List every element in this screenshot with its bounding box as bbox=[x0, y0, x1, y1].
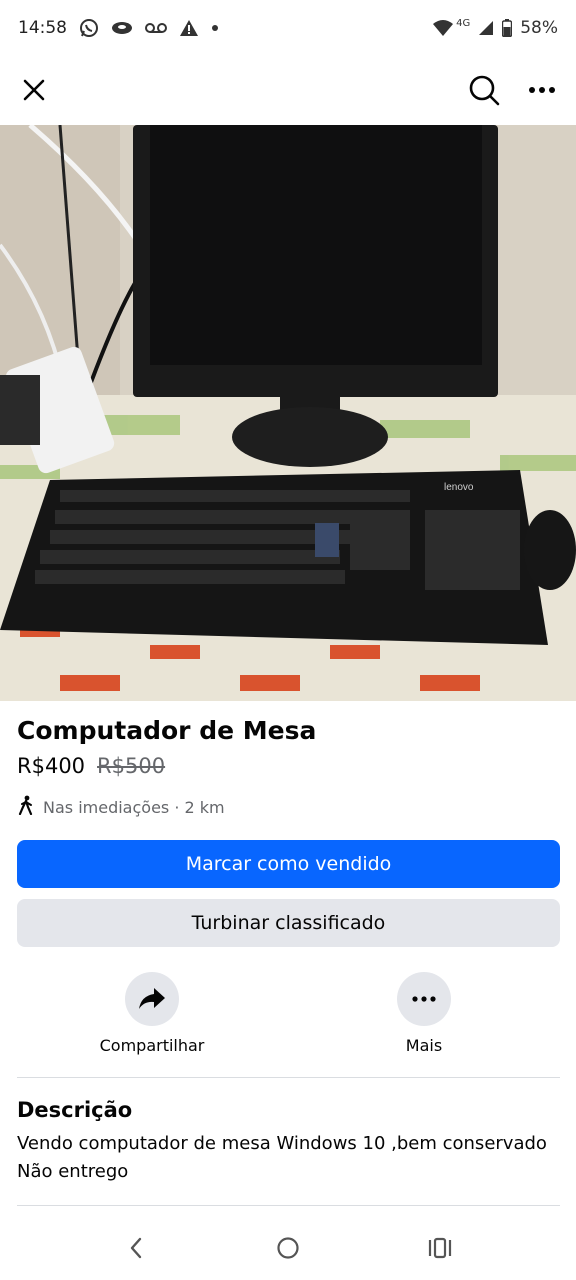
status-bar: 14:58 4G 58% bbox=[0, 0, 576, 56]
home-icon[interactable] bbox=[264, 1224, 312, 1272]
dot-icon bbox=[211, 24, 219, 32]
system-nav-bar bbox=[0, 1216, 576, 1280]
status-time: 14:58 bbox=[18, 18, 67, 38]
status-right: 4G 58% bbox=[432, 18, 558, 38]
distance-text: Nas imediações · 2 km bbox=[43, 797, 225, 817]
description-heading: Descrição bbox=[17, 1098, 133, 1122]
mark-sold-button[interactable]: Marcar como vendido bbox=[17, 840, 560, 888]
divider bbox=[17, 1077, 560, 1078]
divider-bottom bbox=[17, 1205, 560, 1206]
status-left: 14:58 bbox=[18, 18, 219, 38]
close-icon[interactable] bbox=[16, 72, 52, 108]
description-text: Vendo computador de mesa Windows 10 ,bem… bbox=[17, 1133, 547, 1182]
monitor-stand bbox=[232, 407, 388, 467]
signal-icon bbox=[478, 20, 494, 36]
share-icon-circle[interactable] bbox=[125, 972, 179, 1026]
share-action[interactable]: Compartilhar bbox=[72, 972, 232, 1055]
app-bar-actions bbox=[466, 72, 560, 108]
plug bbox=[0, 375, 40, 445]
wifi-icon bbox=[432, 19, 454, 37]
more-action[interactable]: Mais bbox=[344, 972, 504, 1055]
enter-key bbox=[315, 523, 339, 557]
mouse bbox=[524, 510, 576, 590]
distance-row: Nas imediações · 2 km bbox=[17, 795, 225, 819]
listing-price: R$400 bbox=[17, 754, 86, 778]
listing-photo[interactable]: lenovo bbox=[0, 125, 576, 701]
listing-title: Computador de Mesa bbox=[17, 716, 317, 745]
more-icon[interactable] bbox=[524, 72, 560, 108]
photo-illustration: lenovo bbox=[0, 125, 576, 701]
whatsapp-icon bbox=[79, 18, 99, 38]
monitor-screen bbox=[150, 125, 482, 365]
recents-icon[interactable] bbox=[416, 1224, 464, 1272]
share-icon bbox=[139, 988, 165, 1009]
share-label: Compartilhar bbox=[99, 1036, 205, 1055]
battery-icon bbox=[502, 19, 513, 37]
warning-icon bbox=[179, 19, 199, 37]
more-icon-circle[interactable] bbox=[397, 972, 451, 1026]
voicemail-icon bbox=[145, 21, 167, 35]
network-type: 4G bbox=[456, 17, 471, 29]
price-row: R$400 R$500 bbox=[17, 754, 165, 778]
top-app-bar bbox=[0, 56, 576, 124]
more-dots-icon bbox=[412, 996, 436, 1002]
back-icon[interactable] bbox=[112, 1224, 160, 1272]
keyboard-brand: lenovo bbox=[444, 482, 474, 493]
more-label: Mais bbox=[405, 1036, 443, 1055]
walking-icon bbox=[17, 795, 35, 819]
boost-listing-button[interactable]: Turbinar classificado bbox=[17, 899, 560, 947]
search-icon[interactable] bbox=[466, 72, 502, 108]
listing-old-price: R$500 bbox=[97, 754, 166, 778]
eye-icon bbox=[111, 20, 133, 36]
battery-level: 58% bbox=[520, 18, 558, 38]
